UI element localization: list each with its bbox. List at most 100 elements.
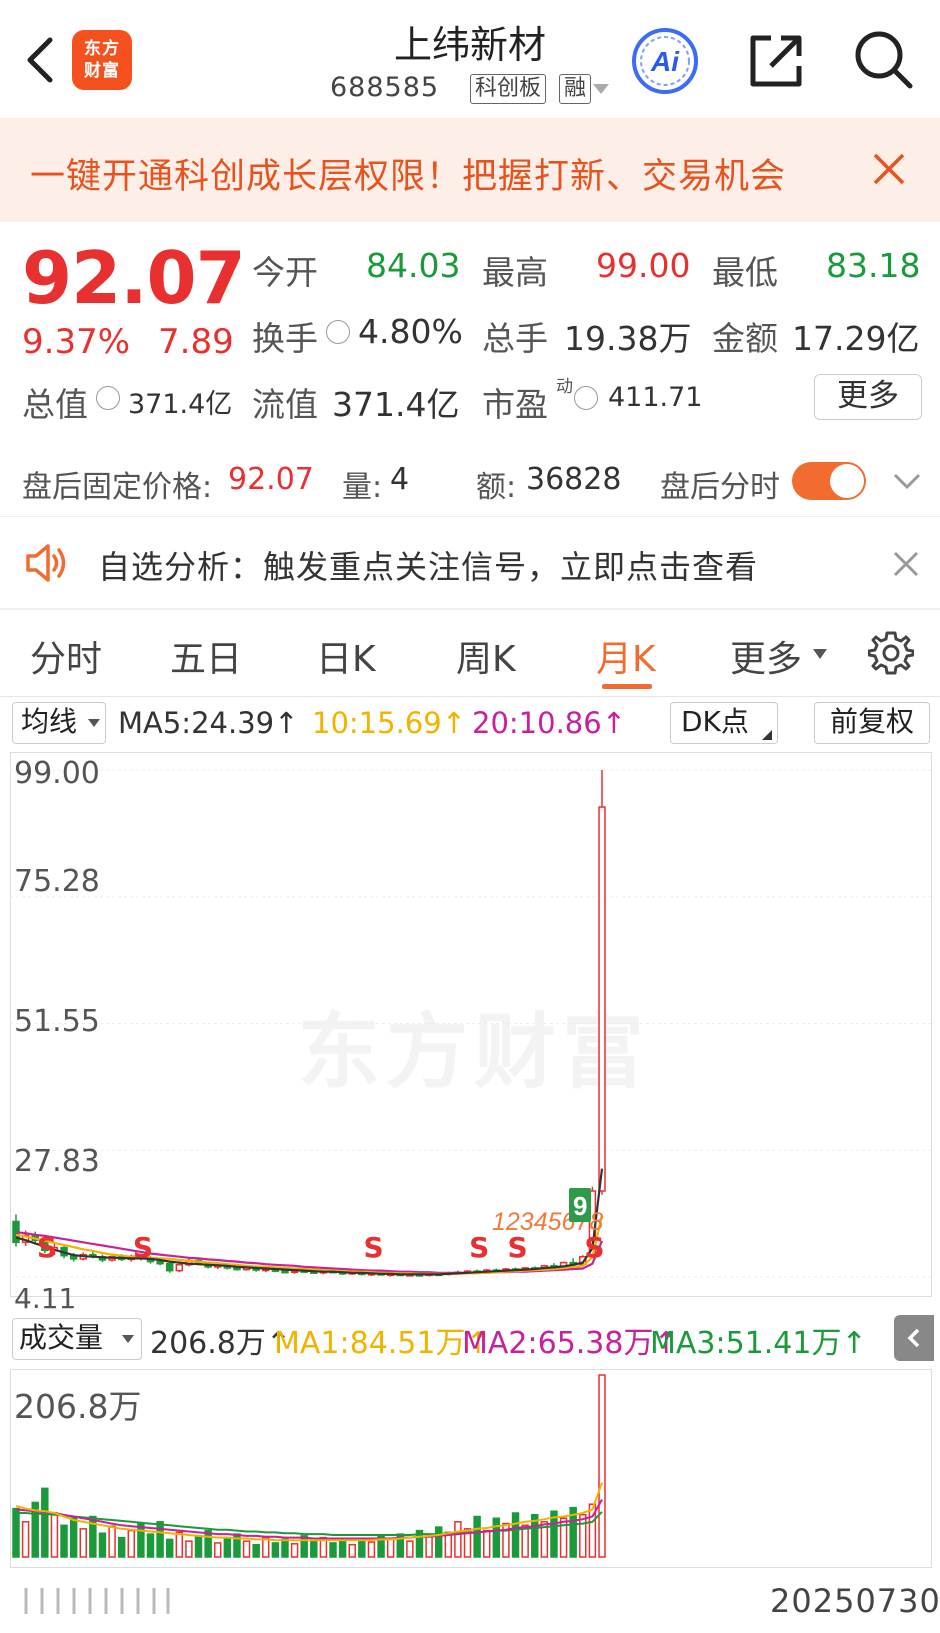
adjust-label: 前复权 (829, 705, 914, 738)
divider (0, 516, 940, 517)
candle-body (598, 806, 606, 1192)
volume-bar (290, 1543, 299, 1558)
volume-chart[interactable] (10, 1369, 932, 1568)
volume-bar (348, 1543, 356, 1558)
toggle-knob[interactable] (830, 464, 864, 498)
pe-value: 411.71 (608, 382, 703, 413)
divider (0, 696, 940, 697)
indicator-select-label: 均线 (21, 705, 78, 738)
volume-bar (386, 1538, 395, 1558)
ah-qty-value: 4 (390, 462, 410, 497)
speaker-icon (26, 544, 66, 582)
tab-weekly-k[interactable]: 周K (456, 630, 516, 682)
tab-daily-k[interactable]: 日K (316, 630, 376, 682)
volume-bar (598, 1374, 606, 1558)
promo-banner[interactable]: 一键开通科创成长层权限！把握打新、交易机会 (0, 118, 940, 222)
volume-bar (79, 1528, 87, 1558)
volume-bar (156, 1521, 164, 1558)
volume-bar (137, 1522, 145, 1558)
ah-amount-value: 36828 (526, 462, 622, 497)
volume-bar (242, 1540, 251, 1558)
amount-label: 金额 (712, 319, 778, 358)
tab-more-dropdown-icon[interactable] (812, 648, 828, 660)
chevron-down-icon[interactable] (892, 470, 922, 492)
collapse-panel-button[interactable] (894, 1315, 934, 1361)
tag-dropdown-icon[interactable] (592, 82, 610, 96)
turnover-info-icon[interactable] (326, 320, 350, 344)
sell-signal: S (469, 1231, 489, 1264)
volume-ma1-readout: MA1:84.51万↑ (274, 1326, 491, 1361)
mktcap-info-icon[interactable] (96, 386, 120, 410)
count-badge-label: 9 (573, 1191, 587, 1221)
volume-dropdown-icon[interactable] (122, 1334, 134, 1344)
volume-bar (310, 1540, 318, 1558)
sell-signal: S (133, 1231, 153, 1264)
sell-signal: S (363, 1231, 383, 1264)
tab-intraday[interactable]: 分时 (30, 630, 102, 682)
mktcap-value: 371.4亿 (128, 389, 233, 420)
notice-text: 自选分析：触发重点关注信号，立即点击查看 (98, 548, 759, 586)
ai-assistant-icon[interactable]: Ai (630, 26, 700, 96)
volume-bar (223, 1536, 232, 1558)
volume-bar (108, 1525, 116, 1558)
sell-signal: S (37, 1231, 57, 1264)
ma10-readout: 10:15.69↑ (312, 706, 466, 740)
adjust-button[interactable]: 前复权 (814, 702, 930, 744)
banner-close-icon[interactable] (872, 152, 906, 186)
volume-bar (425, 1535, 433, 1558)
volume-ma2-readout: MA2:65.38万↑ (462, 1326, 679, 1361)
volume-bar (511, 1512, 520, 1558)
tab-five-day[interactable]: 五日 (170, 630, 242, 682)
chart-date: 20250730 (770, 1582, 940, 1620)
volume-bar (50, 1512, 59, 1558)
tab-more[interactable]: 更多 (730, 630, 802, 682)
volume-bar (69, 1517, 78, 1558)
candle-body (233, 1267, 241, 1271)
volume-bar (98, 1532, 107, 1558)
volume-bar (473, 1515, 481, 1558)
amount-value: 17.29亿 (792, 319, 920, 358)
candle-body (281, 1270, 289, 1274)
stock-code: 688585 (330, 72, 440, 103)
volume-bar (281, 1538, 289, 1558)
banner-text: 一键开通科创成长层权限！把握打新、交易机会 (30, 157, 787, 197)
search-icon[interactable] (852, 28, 914, 90)
mktcap-label: 总值 (22, 385, 88, 424)
volume-bar (271, 1542, 280, 1558)
turnover-label: 换手 (252, 319, 318, 358)
pe-info-icon[interactable] (574, 386, 598, 410)
float-value: 371.4亿 (332, 385, 460, 424)
volume-label: 总手 (482, 319, 548, 358)
tab-monthly-k[interactable]: 月K (596, 630, 656, 682)
change-percent: 9.37% (22, 322, 131, 362)
volume-bar (358, 1539, 366, 1558)
ah-price-value: 92.07 (228, 462, 314, 497)
volume-bar (175, 1531, 184, 1558)
indicator-dropdown-icon[interactable] (88, 718, 100, 728)
gear-icon[interactable] (868, 630, 914, 676)
share-icon[interactable] (745, 30, 807, 92)
ah-price-label: 盘后固定价格: (22, 470, 213, 505)
float-label: 流值 (252, 385, 318, 424)
kline-chart[interactable]: S S S S S S123456789 (10, 752, 932, 1297)
high-value: 99.00 (596, 246, 691, 285)
open-label: 今开 (252, 253, 318, 292)
volume-bar (60, 1524, 68, 1558)
pe-superscript: 动 (556, 377, 573, 397)
notice-close-icon[interactable] (892, 550, 920, 578)
open-value: 84.03 (366, 246, 461, 285)
volume-bar (454, 1521, 462, 1558)
price-axis-label: 75.28 (14, 864, 100, 899)
more-quote-button[interactable]: 更多 (814, 374, 922, 420)
volume-bar (127, 1529, 136, 1558)
candle-body (165, 1262, 174, 1272)
volume-bar (367, 1541, 376, 1558)
scroll-indicator[interactable] (22, 1580, 172, 1620)
active-tab-indicator (602, 684, 652, 689)
volume-bar (406, 1540, 414, 1558)
volume-bar (329, 1542, 337, 1558)
candle-body (156, 1260, 164, 1265)
volume-bar (204, 1529, 212, 1558)
board-tag: 科创板 (470, 74, 547, 104)
volume-bar (492, 1517, 501, 1558)
